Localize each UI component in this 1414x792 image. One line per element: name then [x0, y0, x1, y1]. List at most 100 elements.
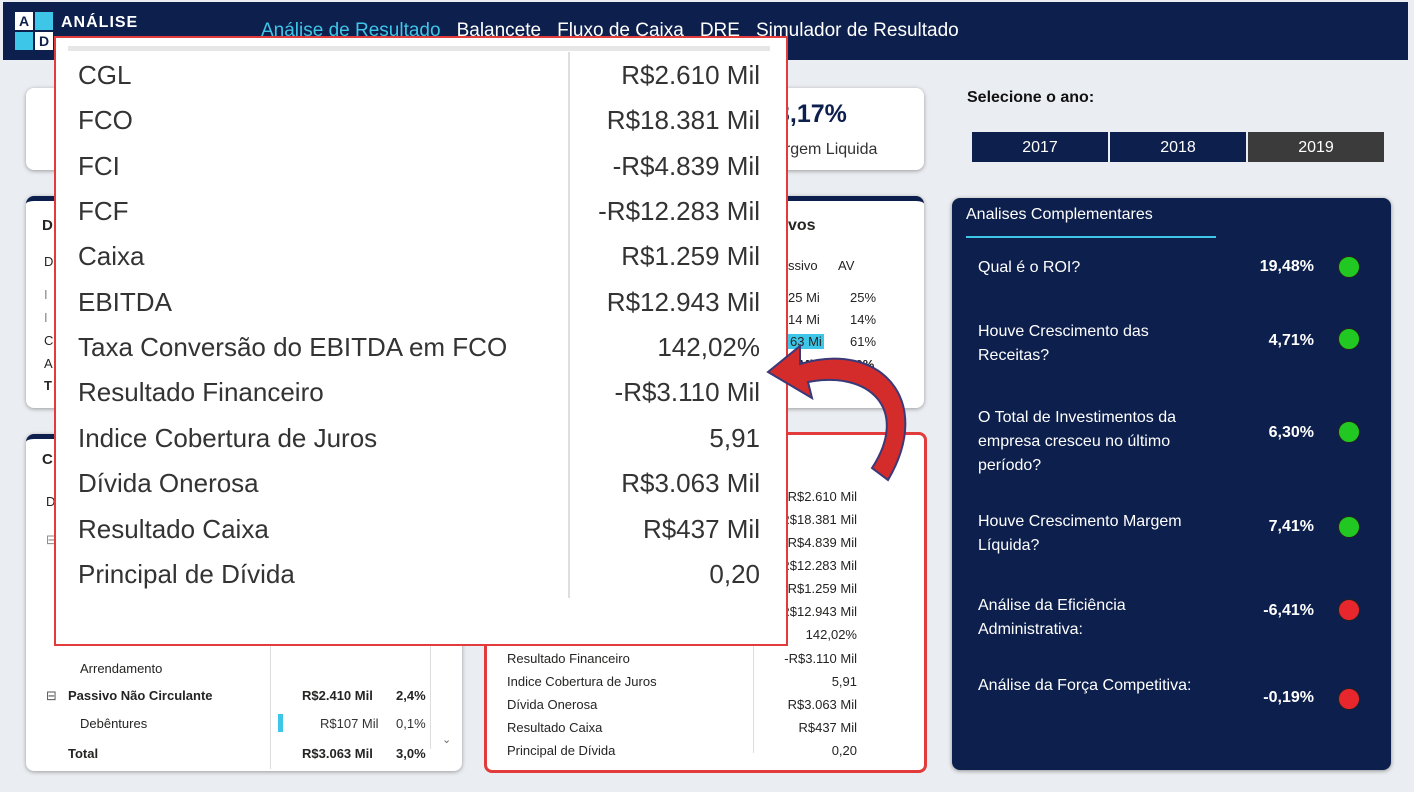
- status-red-icon: [1338, 688, 1360, 710]
- cell-av: 14%: [850, 312, 877, 327]
- year-slicer-label: Selecione o ano:: [967, 89, 1095, 106]
- row-label: Dívida Onerosa: [507, 697, 598, 712]
- tooltip-label: FCI: [78, 151, 120, 181]
- tooltip-label: Resultado Financeiro: [78, 377, 324, 407]
- status-green-icon: [1338, 421, 1360, 443]
- cell-av: 25%: [850, 290, 877, 305]
- tooltip-label: Taxa Conversão do EBITDA em FCO: [78, 332, 508, 362]
- curved-arrow-icon: [766, 343, 907, 482]
- row-label: Debêntures: [80, 716, 148, 731]
- tooltip-row: FCF -R$12.283 Mil: [78, 196, 760, 240]
- tooltip-row: Principal de Dívida 0,20: [78, 559, 760, 603]
- tooltip-row: Indice Cobertura de Juros 5,91: [78, 423, 760, 467]
- tooltip-row: EBITDA R$12.943 Mil: [78, 287, 760, 331]
- row-pct: 3,0%: [396, 746, 426, 761]
- status-red-icon: [1338, 599, 1360, 621]
- row-value: R$3.063 Mil: [787, 697, 857, 712]
- col-header-passivo: ssivo: [788, 258, 818, 273]
- column-divider: [270, 639, 271, 769]
- row-value: 5,91: [831, 674, 857, 689]
- analysis-question: Houve Crescimento das Receitas?: [978, 323, 1149, 364]
- left-letter: D: [44, 254, 54, 269]
- tooltip-row: Caixa R$1.259 Mil: [78, 241, 760, 285]
- status-green-icon: [1338, 328, 1360, 350]
- analysis-value: 19,48%: [1259, 258, 1314, 275]
- analysis-value: -6,41%: [1263, 602, 1314, 619]
- tooltip-value: -R$12.283 Mil: [598, 196, 760, 226]
- complementary-analyses-panel: Analises Complementares Qual é o ROI? 19…: [952, 198, 1391, 770]
- analysis-value: 6,30%: [1268, 424, 1314, 441]
- tooltip-value: R$2.610 Mil: [621, 60, 760, 90]
- left-letter: A: [44, 356, 53, 371]
- row-value: 0,20: [831, 743, 857, 758]
- table-row: Arrendamento: [80, 661, 162, 676]
- analysis-question: Análise da Eficiência Administrativa:: [978, 597, 1126, 638]
- year-button-2019[interactable]: 2019: [1248, 132, 1384, 162]
- analysis-question: Houve Crescimento Margem Líquida?: [978, 513, 1182, 554]
- row-value: R$3.063 Mil: [302, 746, 373, 761]
- row-value: -R$3.110 Mil: [784, 651, 857, 666]
- logo-text: ANÁLISE: [61, 14, 139, 31]
- tooltip-value: R$18.381 Mil: [606, 105, 760, 135]
- col-header-av: AV: [838, 258, 855, 273]
- kpi-label: argem Liquida: [776, 141, 878, 158]
- tooltip-popup: CGL R$2.610 Mil FCO R$18.381 Mil FCI -R$4.8…: [54, 36, 788, 646]
- year-slicer: 2017 2018 2019: [972, 132, 1384, 162]
- tooltip-value: -R$3.110 Mil: [614, 377, 760, 407]
- left-letter: I: [44, 287, 48, 302]
- panel-title: Analises Complementares: [966, 206, 1153, 223]
- row-value: R$12.943 Mil: [780, 604, 857, 619]
- tooltip-value: 0,20: [709, 559, 760, 589]
- row-label: Resultado Financeiro: [507, 651, 630, 666]
- row-label: Total: [68, 746, 99, 761]
- logo-letter-a: A: [15, 12, 33, 30]
- tooltip-row: Taxa Conversão do EBITDA em FCO 142,02%: [78, 332, 760, 376]
- row-value: -R$4.839 Mil: [783, 535, 857, 550]
- analysis-question: O Total de Investimentos da empresa cres…: [978, 409, 1177, 474]
- data-bar: [278, 714, 283, 732]
- analysis-value: -0,19%: [1263, 689, 1314, 706]
- tooltip-row: FCI -R$4.839 Mil: [78, 151, 760, 195]
- row-value: R$18.381 Mil: [780, 512, 857, 527]
- logo-letter-d: D: [35, 32, 53, 50]
- row-value: R$107 Mil: [320, 716, 379, 731]
- tooltip-top-bar: [68, 46, 770, 51]
- tooltip-value: R$3.063 Mil: [621, 468, 760, 498]
- analysis-value: 4,71%: [1268, 332, 1314, 349]
- tooltip-value: 142,02%: [657, 332, 760, 362]
- analysis-question: Qual é o ROI?: [978, 259, 1081, 276]
- row-pct: 0,1%: [396, 716, 426, 731]
- tooltip-label: CGL: [78, 60, 132, 90]
- year-button-2017[interactable]: 2017: [972, 132, 1108, 162]
- status-green-icon: [1338, 256, 1360, 278]
- tooltip-label: Resultado Caixa: [78, 514, 269, 544]
- left-letter: D: [42, 217, 53, 234]
- row-value: R$2.410 Mil: [302, 688, 373, 703]
- row-value: R$437 Mil: [798, 720, 857, 735]
- tooltip-value: R$437 Mil: [642, 514, 760, 544]
- row-value: 142,02%: [805, 627, 857, 642]
- tooltip-row: Resultado Financeiro -R$3.110 Mil: [78, 377, 760, 421]
- tooltip-label: Principal de Dívida: [78, 559, 295, 589]
- left-letter: C: [42, 451, 53, 468]
- row-value: -R$12.283 Mil: [776, 558, 857, 573]
- row-label: Indice Cobertura de Juros: [507, 674, 657, 689]
- row-label: Principal de Dívida: [507, 743, 616, 758]
- title-underline: [966, 236, 1216, 238]
- row-label: Resultado Caixa: [507, 720, 603, 735]
- tooltip-row: CGL R$2.610 Mil: [78, 60, 760, 104]
- tooltip-row: Resultado Caixa R$437 Mil: [78, 514, 760, 558]
- tooltip-value: R$1.259 Mil: [621, 241, 760, 271]
- scroll-down-icon[interactable]: ⌄: [442, 733, 451, 746]
- row-label: Passivo Não Circulante: [68, 688, 213, 703]
- year-button-2018[interactable]: 2018: [1110, 132, 1246, 162]
- collapse-icon[interactable]: ⊟: [46, 688, 57, 704]
- left-letter: C: [44, 333, 54, 348]
- tooltip-label: Caixa: [78, 241, 145, 271]
- analysis-value: 7,41%: [1268, 518, 1314, 535]
- tooltip-value: 5,91: [709, 423, 760, 453]
- left-letter: I: [44, 310, 48, 325]
- row-pct: 2,4%: [396, 688, 426, 703]
- row-value: R$1.259 Mil: [787, 581, 857, 596]
- analysis-question: Análise da Força Competitiva:: [978, 677, 1192, 694]
